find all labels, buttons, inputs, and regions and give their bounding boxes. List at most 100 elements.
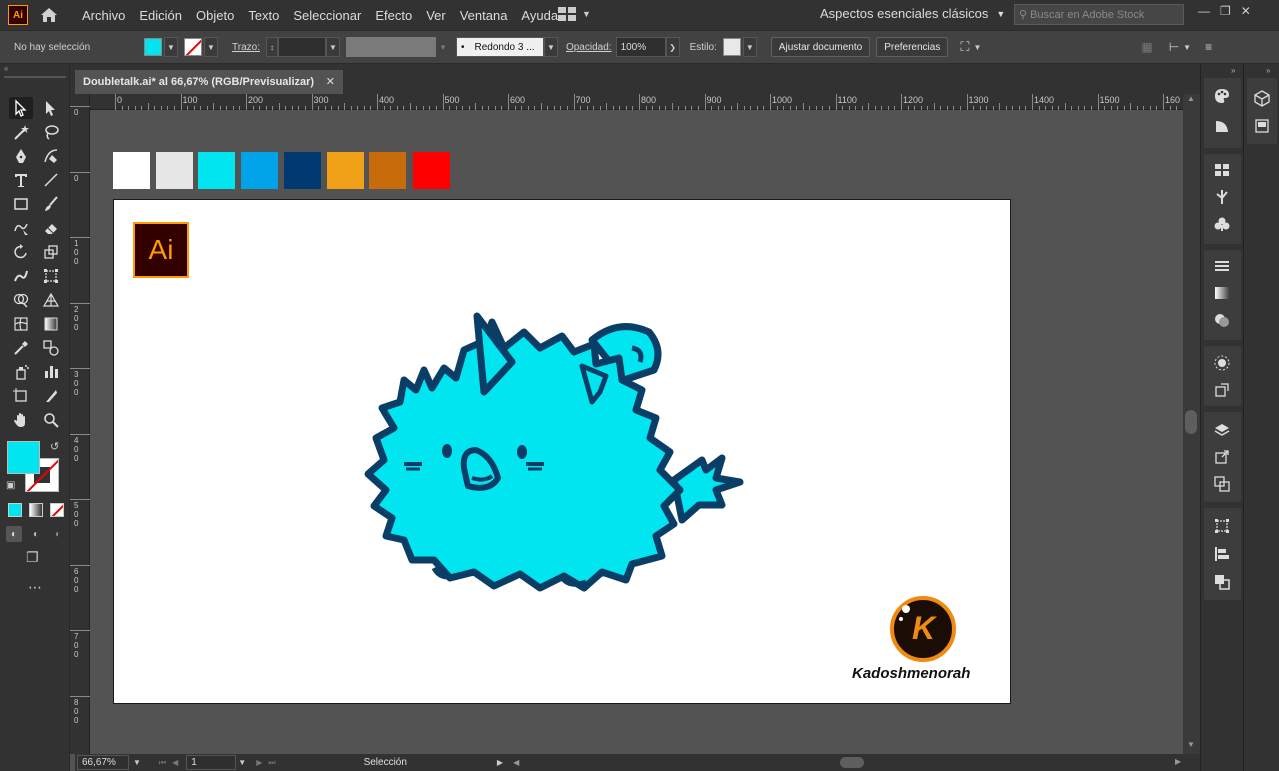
stock-search-input[interactable]: ⚲ Buscar en Adobe Stock	[1014, 4, 1184, 25]
scroll-right-icon[interactable]: ▶	[1175, 757, 1181, 766]
minimize-icon[interactable]: —	[1198, 4, 1210, 18]
scale-tool[interactable]	[39, 241, 63, 263]
menu-objeto[interactable]: Objeto	[189, 8, 241, 23]
menu-seleccionar[interactable]: Seleccionar	[286, 8, 368, 23]
curvature-tool[interactable]	[39, 145, 63, 167]
screen-mode-icon[interactable]: ❐	[26, 549, 39, 566]
perspective-grid-tool[interactable]	[39, 289, 63, 311]
column-graph-tool[interactable]	[39, 361, 63, 383]
align-icon[interactable]: ⊢	[1169, 40, 1179, 54]
opacity-field[interactable]: 100%	[615, 37, 666, 57]
brush-definition[interactable]: • Redondo 3 ...	[455, 37, 544, 57]
expand-panels-icon[interactable]: »	[1231, 66, 1235, 75]
color-panel-icon[interactable]	[1212, 86, 1232, 106]
zoom-field[interactable]: 66,67%	[77, 755, 129, 770]
slice-tool[interactable]	[39, 385, 63, 407]
direct-selection-tool[interactable]	[39, 97, 63, 119]
artboard-number-field[interactable]: 1	[186, 755, 237, 770]
none-mode-button[interactable]	[50, 503, 64, 517]
select-similar-icon[interactable]: ⛶	[960, 39, 969, 55]
toolbar-grip[interactable]	[4, 76, 66, 78]
zoom-dropdown[interactable]: ▼	[133, 758, 141, 767]
gradient-panel-icon[interactable]	[1212, 283, 1232, 303]
status-menu-icon[interactable]: ▶	[497, 758, 503, 767]
default-colors-icon[interactable]: ▣	[6, 480, 15, 491]
draw-inside-icon[interactable]: ◐	[50, 526, 66, 542]
symbol-sprayer-tool[interactable]	[9, 361, 33, 383]
color-swatch-white[interactable]	[113, 152, 150, 189]
color-mode-button[interactable]	[8, 503, 22, 517]
asset-export-panel-icon[interactable]	[1212, 447, 1232, 467]
fill-swatch[interactable]	[144, 38, 162, 56]
type-tool[interactable]	[9, 169, 33, 191]
horizontal-scroll-thumb[interactable]	[840, 757, 864, 768]
warp-tool[interactable]	[9, 265, 33, 287]
transform-panel-icon[interactable]	[1212, 516, 1232, 536]
brush-dropdown[interactable]: ▼	[543, 37, 558, 57]
artboard-dropdown[interactable]: ▼	[238, 758, 246, 767]
blend-tool[interactable]	[39, 337, 63, 359]
graphic-style-swatch[interactable]	[722, 38, 741, 56]
close-icon[interactable]: ✕	[1241, 4, 1251, 18]
more-tools-icon[interactable]: ⋯	[28, 579, 43, 596]
color-swatch-blue[interactable]	[241, 152, 278, 189]
gradient-tool[interactable]	[39, 313, 63, 335]
magic-wand-tool[interactable]	[9, 121, 33, 143]
fill-color-box[interactable]	[7, 441, 40, 474]
layers-panel-icon[interactable]	[1212, 420, 1232, 440]
eyedropper-tool[interactable]	[9, 337, 33, 359]
rectangle-tool[interactable]	[9, 193, 33, 215]
symbols-panel-icon[interactable]	[1212, 214, 1232, 234]
color-swatch-light-gray[interactable]	[156, 152, 193, 189]
scroll-down-icon[interactable]: ▼	[1187, 740, 1195, 749]
pathfinder-panel-icon[interactable]	[1212, 572, 1232, 592]
vertical-scrollbar[interactable]: ▲ ▼	[1183, 94, 1200, 754]
libraries-panel-icon[interactable]	[1252, 88, 1272, 108]
lasso-tool[interactable]	[39, 121, 63, 143]
last-artboard-icon[interactable]: ⏭	[268, 758, 275, 768]
profile-dropdown[interactable]: ▼	[435, 37, 450, 57]
variable-width-profile[interactable]	[345, 37, 436, 57]
panel-menu-icon[interactable]: ≡	[1205, 40, 1212, 54]
graphic-styles-panel-icon[interactable]	[1212, 380, 1232, 400]
free-transform-tool[interactable]	[39, 265, 63, 287]
selection-tool[interactable]	[9, 97, 33, 119]
document-tab[interactable]: Doubletalk.ai* al 66,67% (RGB/Previsuali…	[75, 70, 343, 94]
swap-fill-stroke-icon[interactable]: ↺	[50, 440, 59, 453]
restore-icon[interactable]: ❐	[1220, 4, 1231, 18]
next-artboard-icon[interactable]: ▶	[256, 758, 262, 767]
menu-texto[interactable]: Texto	[241, 8, 286, 23]
first-artboard-icon[interactable]: ⏮	[159, 758, 166, 768]
artboard-tool[interactable]	[9, 385, 33, 407]
line-segment-tool[interactable]	[39, 169, 63, 191]
gradient-mode-button[interactable]	[29, 503, 43, 517]
rotate-tool[interactable]	[9, 241, 33, 263]
stroke-weight-field[interactable]	[277, 37, 326, 57]
eraser-tool[interactable]	[39, 217, 63, 239]
workspace-switcher[interactable]: Aspectos esenciales clásicos ▼	[820, 6, 1005, 21]
vertical-scroll-thumb[interactable]	[1185, 410, 1197, 434]
hand-tool[interactable]	[9, 409, 33, 431]
paintbrush-tool[interactable]	[39, 193, 63, 215]
shape-builder-tool[interactable]	[9, 289, 33, 311]
color-swatch-red[interactable]	[413, 152, 450, 189]
color-swatch-orange[interactable]	[369, 152, 406, 189]
artboards-panel-icon[interactable]	[1212, 474, 1232, 494]
color-swatch-cyan[interactable]	[198, 152, 235, 189]
shaper-tool[interactable]	[9, 217, 33, 239]
transform-icon[interactable]: ▦	[1141, 40, 1152, 54]
arrange-documents-button[interactable]: ▼	[558, 7, 591, 21]
scroll-left-icon[interactable]: ◀	[513, 758, 519, 767]
close-icon[interactable]: ✕	[326, 75, 335, 88]
menu-efecto[interactable]: Efecto	[368, 8, 419, 23]
brushes-panel-icon[interactable]	[1212, 187, 1232, 207]
swatches-panel-icon[interactable]	[1212, 160, 1232, 180]
properties-panel-icon[interactable]	[1252, 116, 1272, 136]
opacity-dropdown[interactable]: ❯	[665, 37, 680, 57]
preferences-button[interactable]: Preferencias	[876, 37, 949, 57]
draw-normal-icon[interactable]: ◐	[6, 526, 22, 542]
align-panel-icon[interactable]	[1212, 544, 1232, 564]
draw-behind-icon[interactable]: ◐	[28, 526, 44, 542]
stroke-dropdown[interactable]: ▼	[204, 37, 218, 57]
vertical-ruler[interactable]: 0 0 1 0 0 2 0 0 3 0 0 4 0 0 5 0 0 6 0 0 7 0 0 8 0…	[70, 94, 90, 754]
